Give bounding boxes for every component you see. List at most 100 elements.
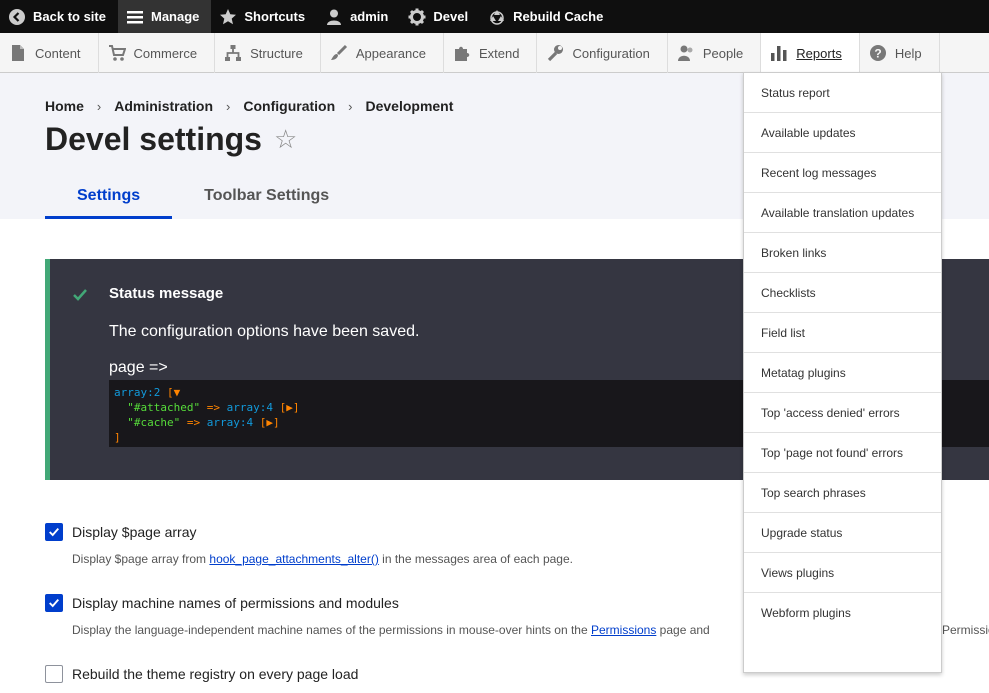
toolbar-label: admin (350, 9, 389, 24)
breadcrumb: Home › Administration › Configuration › … (45, 98, 453, 114)
option-description-overflow: Permissio (942, 623, 989, 637)
toolbar-devel[interactable]: Devel (400, 0, 480, 33)
breadcrumb-administration[interactable]: Administration (114, 98, 213, 114)
menu-item-top-search-phrases[interactable]: Top search phrases (744, 473, 941, 513)
option-display-machine-names[interactable]: Display machine names of permissions and… (45, 594, 399, 612)
dump-close: ] (114, 431, 121, 444)
page-dump-label: page => (109, 359, 168, 376)
desc-text: page and (656, 623, 710, 637)
gear-icon (408, 8, 426, 26)
admin-toolbar: Back to site Manage Shortcuts admin Deve… (0, 0, 989, 33)
menu-item-available-updates[interactable]: Available updates (744, 113, 941, 153)
admin-tray: Content Commerce Structure Appearance Ex… (0, 33, 989, 73)
tray-item-configuration[interactable]: Configuration (537, 33, 668, 73)
tab-settings[interactable]: Settings (45, 181, 173, 219)
sitemap-icon (224, 44, 242, 62)
reports-menu: Status report Available updates Recent l… (743, 72, 942, 673)
breadcrumb-development[interactable]: Development (365, 98, 453, 114)
dump-expand-toggle[interactable]: [▶] (260, 416, 280, 429)
help-icon: ? (869, 44, 887, 62)
hook-link[interactable]: hook_page_attachments_alter() (209, 552, 378, 566)
toolbar-label: Shortcuts (244, 9, 306, 24)
tab-toolbar-settings[interactable]: Toolbar Settings (172, 181, 361, 219)
menu-item-broken-links[interactable]: Broken links (744, 233, 941, 273)
menu-item-top-page-not-found[interactable]: Top 'page not found' errors (744, 433, 941, 473)
user-icon (325, 8, 343, 26)
puzzle-icon (453, 44, 471, 62)
dump-collapse-toggle[interactable]: [▼ (167, 386, 180, 399)
toolbar-label: Rebuild Cache (513, 9, 604, 24)
tray-item-people[interactable]: People (668, 33, 762, 73)
page-title: Devel settings ☆ (45, 121, 297, 158)
cart-icon (108, 44, 126, 62)
tabs: Settings Toolbar Settings (45, 181, 361, 219)
option-rebuild-theme-registry[interactable]: Rebuild the theme registry on every page… (45, 665, 358, 683)
tray-label: Appearance (355, 45, 426, 61)
option-label: Display $page array (72, 524, 197, 540)
menu-item-views-plugins[interactable]: Views plugins (744, 553, 941, 593)
shortcut-star-icon[interactable]: ☆ (274, 124, 297, 155)
dump-key: "#cache" (127, 416, 181, 429)
menu-item-webform-plugins[interactable]: Webform plugins (744, 593, 941, 633)
toolbar-label: Manage (150, 9, 200, 24)
tray-item-help[interactable]: ? Help (860, 33, 940, 73)
toolbar-manage[interactable]: Manage (117, 0, 212, 33)
toolbar-back-to-site[interactable]: Back to site (0, 0, 118, 33)
menu-item-translation-updates[interactable]: Available translation updates (744, 193, 941, 233)
permissions-link[interactable]: Permissions (591, 623, 656, 637)
tray-label: Reports (796, 45, 842, 61)
toolbar-label: Back to site (33, 9, 106, 24)
desc-text: Display the language-independent machine… (72, 623, 591, 637)
recycle-icon (488, 8, 506, 26)
option-label: Rebuild the theme registry on every page… (72, 666, 359, 682)
status-title: Status message (109, 285, 224, 302)
checkbox-checked[interactable] (45, 594, 63, 612)
menu-item-field-list[interactable]: Field list (744, 313, 941, 353)
tray-item-structure[interactable]: Structure (215, 33, 321, 73)
dump-head: array:2 (114, 386, 161, 399)
star-icon (219, 8, 237, 26)
toolbar-rebuild-cache[interactable]: Rebuild Cache (480, 0, 615, 33)
breadcrumb-separator-icon: › (226, 98, 231, 114)
dump-expand-toggle[interactable]: [▶] (280, 401, 300, 414)
menu-item-metatag-plugins[interactable]: Metatag plugins (744, 353, 941, 393)
dump-key: "#attached" (127, 401, 201, 414)
checkbox-unchecked[interactable] (45, 665, 63, 683)
breadcrumb-home[interactable]: Home (45, 98, 84, 114)
people-icon (677, 44, 695, 62)
tray-item-appearance[interactable]: Appearance (321, 33, 444, 73)
tray-label: Configuration (572, 45, 650, 61)
check-icon (72, 287, 88, 303)
menu-item-upgrade-status[interactable]: Upgrade status (744, 513, 941, 553)
menu-item-recent-log-messages[interactable]: Recent log messages (744, 153, 941, 193)
menu-item-checklists[interactable]: Checklists (744, 273, 941, 313)
toolbar-user[interactable]: admin (317, 0, 400, 33)
dump-arrow: => (186, 416, 201, 429)
back-icon (8, 8, 26, 26)
option-display-page-array[interactable]: Display $page array (45, 523, 197, 541)
breadcrumb-configuration[interactable]: Configuration (243, 98, 335, 114)
menu-item-top-access-denied[interactable]: Top 'access denied' errors (744, 393, 941, 433)
status-text: The configuration options have been save… (109, 323, 420, 340)
tray-label: People (702, 45, 744, 61)
menu-item-status-report[interactable]: Status report (744, 73, 941, 113)
dump-arrow: => (206, 401, 220, 414)
menu-icon (126, 8, 144, 26)
tray-item-reports[interactable]: Reports (761, 33, 860, 73)
desc-text: in the messages area of each page. (378, 552, 573, 566)
desc-text: Display $page array from (72, 552, 210, 566)
tray-label: Extend (479, 45, 520, 61)
toolbar-label: Devel (433, 9, 469, 24)
file-icon (9, 44, 27, 62)
toolbar-shortcuts[interactable]: Shortcuts (211, 0, 317, 33)
option-label: Display machine names of permissions and… (72, 595, 399, 611)
tray-label: Content (35, 45, 81, 61)
bar-chart-icon (770, 44, 788, 62)
checkbox-checked[interactable] (45, 523, 63, 541)
tray-item-commerce[interactable]: Commerce (99, 33, 216, 73)
tray-item-content[interactable]: Content (0, 33, 99, 73)
tray-item-extend[interactable]: Extend (444, 33, 538, 73)
option-description: Display the language-independent machine… (72, 623, 710, 637)
tray-label: Structure (250, 45, 303, 61)
svg-text:?: ? (874, 47, 881, 61)
